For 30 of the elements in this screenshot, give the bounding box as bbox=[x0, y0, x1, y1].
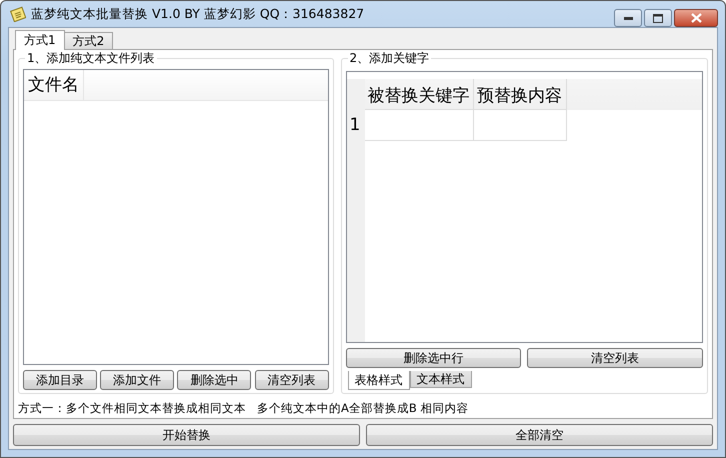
tab[interactable]: 方式1 bbox=[15, 30, 65, 50]
group-title: 1、添加纯文本文件列表 bbox=[25, 50, 157, 67]
notepad-icon bbox=[10, 6, 26, 22]
column-header[interactable]: 文件名 bbox=[24, 70, 84, 100]
minimize-icon bbox=[624, 16, 632, 20]
minimize-button[interactable] bbox=[614, 9, 642, 27]
action-button[interactable]: 添加目录 bbox=[23, 370, 97, 390]
tab[interactable]: 表格样式 bbox=[348, 371, 410, 390]
row-number: 1 bbox=[346, 110, 365, 141]
close-button[interactable] bbox=[674, 9, 718, 27]
file-list[interactable]: 文件名 bbox=[23, 69, 329, 365]
column-header[interactable]: 预替换内容 bbox=[474, 79, 567, 110]
maximize-button[interactable] bbox=[644, 9, 672, 27]
action-button[interactable]: 全部清空 bbox=[366, 424, 713, 446]
action-button[interactable]: 删除选中 bbox=[177, 370, 252, 390]
action-button[interactable]: 清空列表 bbox=[254, 370, 329, 390]
description-text: 方式一：多个文件相同文本替换成相同文本 多个纯文本中的A全部替换成B 相同内容 bbox=[18, 401, 470, 416]
action-button[interactable]: 开始替换 bbox=[13, 424, 360, 446]
column-header[interactable]: 被替换关键字 bbox=[364, 79, 474, 110]
action-button[interactable]: 添加文件 bbox=[100, 370, 174, 390]
table-cell[interactable] bbox=[364, 110, 474, 141]
table-cell[interactable] bbox=[474, 110, 567, 141]
action-button[interactable]: 删除选中行 bbox=[346, 348, 522, 368]
action-button[interactable]: 清空列表 bbox=[527, 348, 703, 368]
tab[interactable]: 方式2 bbox=[64, 32, 114, 49]
close-icon bbox=[690, 13, 702, 23]
tab[interactable]: 文本样式 bbox=[410, 371, 472, 388]
maximize-icon bbox=[653, 14, 663, 22]
window-title: 蓝梦纯文本批量替换 V1.0 BY 蓝梦幻影 QQ：316483827 bbox=[31, 6, 366, 22]
keyword-grid[interactable]: 被替换关键字 预替换内容 1 bbox=[346, 71, 703, 343]
